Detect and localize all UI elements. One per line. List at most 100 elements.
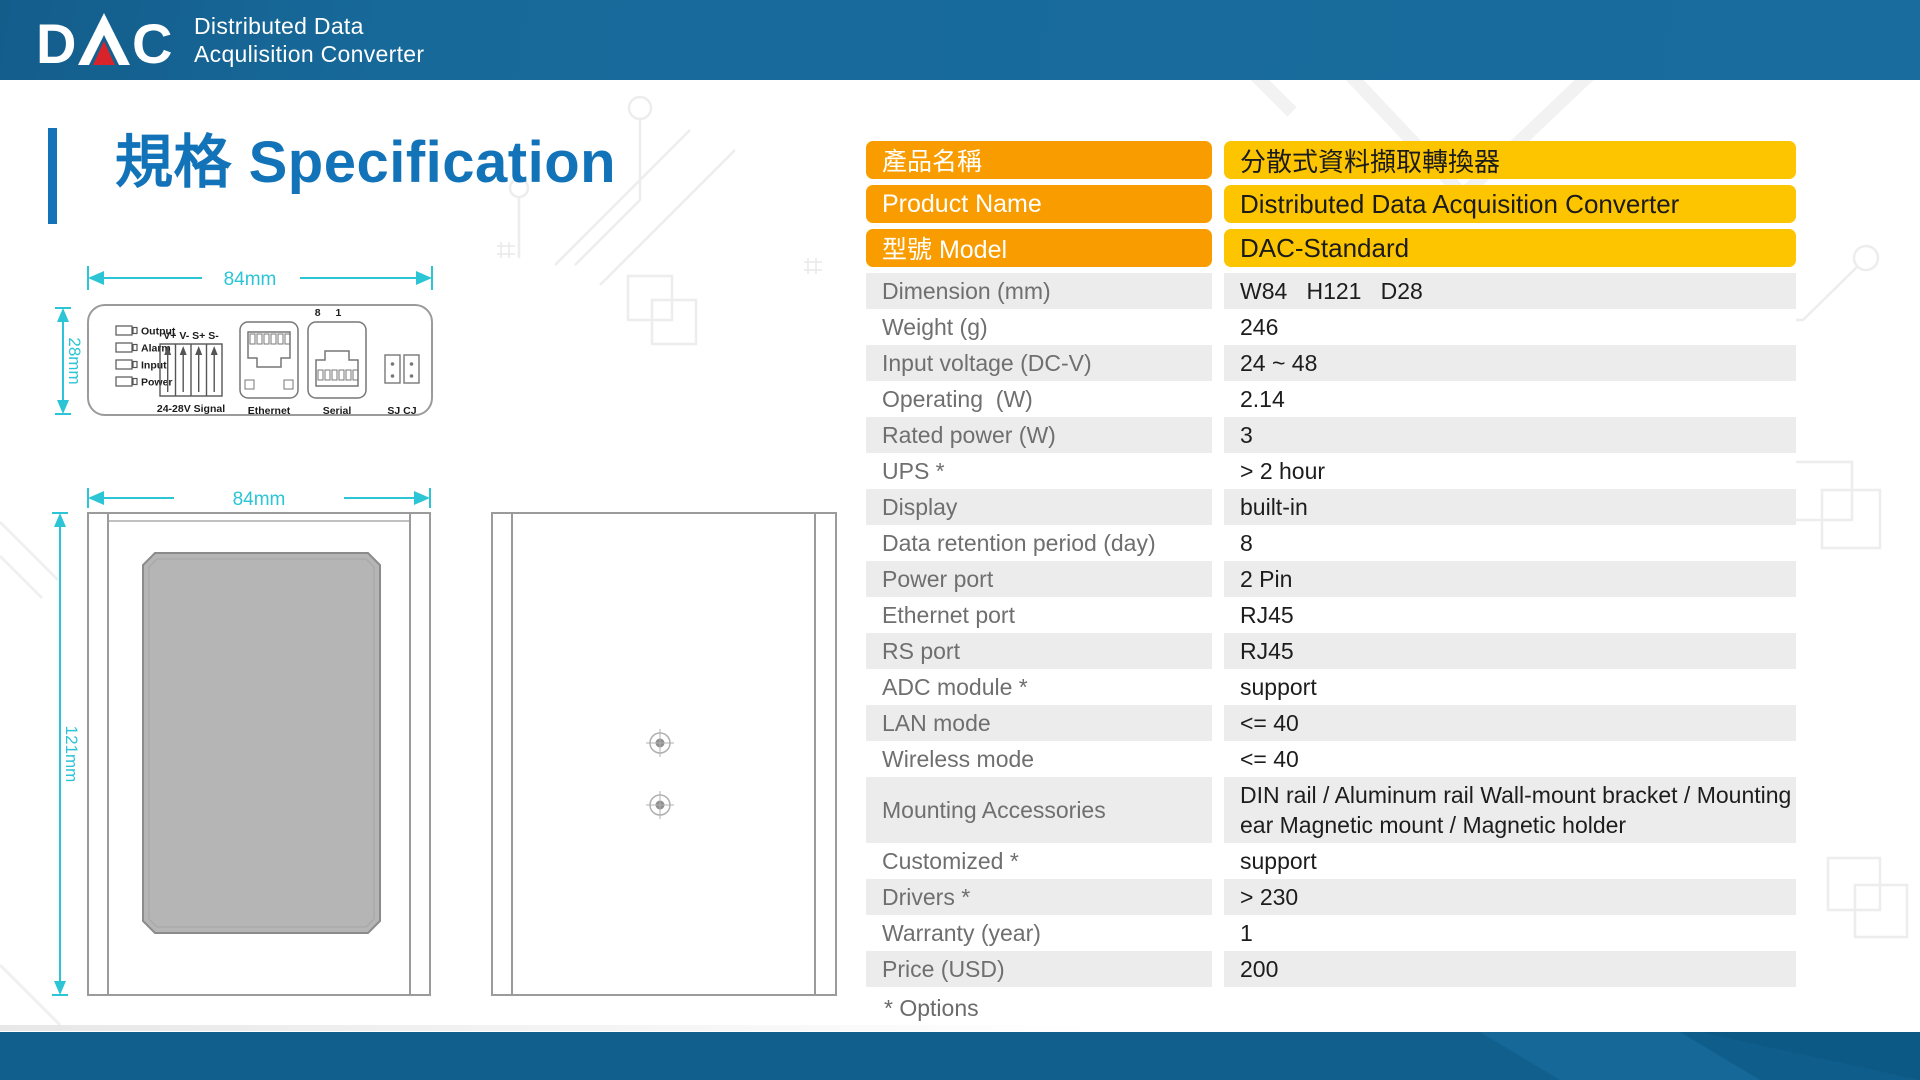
spec-row-value: > 2 hour bbox=[1224, 453, 1796, 489]
spec-row-value: 8 bbox=[1224, 525, 1796, 561]
spec-row-label: UPS * bbox=[866, 453, 1212, 489]
spec-row: LAN mode <= 40 bbox=[866, 705, 1796, 741]
spec-row-value: 246 bbox=[1224, 309, 1796, 345]
slide: D C Distributed Data Acqulisition Conver… bbox=[0, 0, 1920, 1080]
spec-row-value: support bbox=[1224, 843, 1796, 879]
front-dim-width-label: 84mm bbox=[233, 489, 286, 510]
footer-bar bbox=[0, 1032, 1920, 1080]
spec-row: Input voltage (DC-V) 24 ~ 48 bbox=[866, 345, 1796, 381]
spec-row: ADC module * support bbox=[866, 669, 1796, 705]
spec-header-row: Product Name Distributed Data Acquisition… bbox=[866, 185, 1796, 223]
tagline-line-2: Acqulisition Converter bbox=[194, 40, 424, 68]
spec-row: Mounting AccessoriesDIN rail / Aluminum … bbox=[866, 777, 1796, 843]
title-block: 規格 Specification bbox=[48, 122, 616, 224]
back-body-outline bbox=[492, 513, 836, 995]
spec-row-value: built-in bbox=[1224, 489, 1796, 525]
back-view-drawing bbox=[490, 500, 842, 1012]
spec-row: Ethernet port RJ45 bbox=[866, 597, 1796, 633]
front-dim-height-label: 121mm bbox=[62, 726, 81, 783]
spec-row-value: RJ45 bbox=[1224, 633, 1796, 669]
product-tagline: Distributed Data Acqulisition Converter bbox=[194, 12, 424, 68]
spec-row-label: LAN mode bbox=[866, 705, 1212, 741]
ethernet-label: Ethernet bbox=[248, 405, 291, 417]
options-footnote: * Options bbox=[884, 995, 979, 1022]
footer-decoration bbox=[0, 1032, 1920, 1080]
spec-row-label: Warranty (year) bbox=[866, 915, 1212, 951]
spec-row-value: RJ45 bbox=[1224, 597, 1796, 633]
spec-row-label: Data retention period (day) bbox=[866, 525, 1212, 561]
spec-row-label: Power port bbox=[866, 561, 1212, 597]
spec-header-value: 分散式資料擷取轉換器 bbox=[1224, 141, 1796, 179]
spec-row: Display built-in bbox=[866, 489, 1796, 525]
mounting-hole-icon bbox=[646, 729, 674, 757]
header-bar: D C Distributed Data Acqulisition Conver… bbox=[0, 0, 1920, 80]
spec-row: Weight (g) 246 bbox=[866, 309, 1796, 345]
dim-width-label: 84mm bbox=[224, 269, 277, 290]
spec-row: Data retention period (day) 8 bbox=[866, 525, 1796, 561]
dac-logo: D C bbox=[36, 11, 176, 69]
spec-row-label: Customized * bbox=[866, 843, 1212, 879]
spec-row-value: 1 bbox=[1224, 915, 1796, 951]
spec-row-value: <= 40 bbox=[1224, 705, 1796, 741]
spec-header-row: 型號 Model DAC-Standard bbox=[866, 229, 1796, 267]
spec-row-value: > 230 bbox=[1224, 879, 1796, 915]
top-panel-drawing: 84mm 28mm Output Alarm Input Power bbox=[52, 256, 444, 428]
spec-row: RS port RJ45 bbox=[866, 633, 1796, 669]
spec-row: Customized * support bbox=[866, 843, 1796, 879]
logo-letter-a-icon bbox=[78, 13, 130, 65]
spec-row: Drivers * > 230 bbox=[866, 879, 1796, 915]
spec-header-value: DAC-Standard bbox=[1224, 229, 1796, 267]
serial-label: Serial bbox=[323, 405, 352, 417]
footer-shadow bbox=[0, 1025, 1100, 1031]
spec-row: Warranty (year) 1 bbox=[866, 915, 1796, 951]
spec-row-label: Weight (g) bbox=[866, 309, 1212, 345]
page-title: 規格 Specification bbox=[115, 122, 616, 203]
spec-row-value: 3 bbox=[1224, 417, 1796, 453]
aux-label: SJ CJ bbox=[387, 405, 416, 417]
spec-row-label: Ethernet port bbox=[866, 597, 1212, 633]
spec-row-value: DIN rail / Aluminum rail Wall-mount brac… bbox=[1224, 777, 1796, 843]
spec-row-value: 24 ~ 48 bbox=[1224, 345, 1796, 381]
front-view-drawing: 84mm 121mm bbox=[46, 482, 442, 1008]
spec-header-label: 型號 Model bbox=[866, 229, 1212, 267]
logo-letter-d: D bbox=[36, 12, 76, 69]
spec-row-label: Drivers * bbox=[866, 879, 1212, 915]
spec-row-value: 2.14 bbox=[1224, 381, 1796, 417]
spec-row: Rated power (W) 3 bbox=[866, 417, 1796, 453]
spec-row-label: Dimension (mm) bbox=[866, 273, 1212, 309]
spec-table: 產品名稱分散式資料擷取轉換器 Product Name Distributed Da… bbox=[866, 141, 1796, 987]
tagline-line-1: Distributed Data bbox=[194, 12, 424, 40]
spec-row-label: Mounting Accessories bbox=[866, 777, 1212, 843]
spec-row-value: W84 H121 D28 bbox=[1224, 273, 1796, 309]
screen-panel bbox=[143, 553, 380, 933]
spec-row-label: Display bbox=[866, 489, 1212, 525]
spec-row: UPS * > 2 hour bbox=[866, 453, 1796, 489]
spec-header-label: 產品名稱 bbox=[866, 141, 1212, 179]
led-label-input: Input bbox=[141, 360, 167, 372]
spec-row-value: 200 bbox=[1224, 951, 1796, 987]
spec-row: Wireless mode <= 40 bbox=[866, 741, 1796, 777]
dim-height-label: 28mm bbox=[65, 337, 84, 384]
spec-row-value: <= 40 bbox=[1224, 741, 1796, 777]
serial-pin-numbers: 8 1 bbox=[315, 307, 348, 319]
spec-row: Power port 2 Pin bbox=[866, 561, 1796, 597]
terminal-caption: 24-28V Signal bbox=[157, 403, 225, 415]
spec-header-value: Distributed Data Acquisition Converter bbox=[1224, 185, 1796, 223]
title-accent-bar bbox=[48, 128, 57, 224]
spec-row-value: 2 Pin bbox=[1224, 561, 1796, 597]
spec-row: Operating (W) 2.14 bbox=[866, 381, 1796, 417]
spec-row-label: Rated power (W) bbox=[866, 417, 1212, 453]
spec-header-label: Product Name bbox=[866, 185, 1212, 223]
logo-letter-c: C bbox=[132, 12, 172, 69]
spec-row: Dimension (mm) W84 H121 D28 bbox=[866, 273, 1796, 309]
mounting-hole-icon bbox=[646, 791, 674, 819]
spec-row-label: Input voltage (DC-V) bbox=[866, 345, 1212, 381]
spec-row-label: Price (USD) bbox=[866, 951, 1212, 987]
spec-header-row: 產品名稱分散式資料擷取轉換器 bbox=[866, 141, 1796, 179]
spec-row-label: ADC module * bbox=[866, 669, 1212, 705]
spec-row-label: RS port bbox=[866, 633, 1212, 669]
spec-row-label: Operating (W) bbox=[866, 381, 1212, 417]
spec-row-label: Wireless mode bbox=[866, 741, 1212, 777]
terminal-pin-labels: V+ V- S+ S- bbox=[163, 330, 219, 342]
spec-row-value: support bbox=[1224, 669, 1796, 705]
